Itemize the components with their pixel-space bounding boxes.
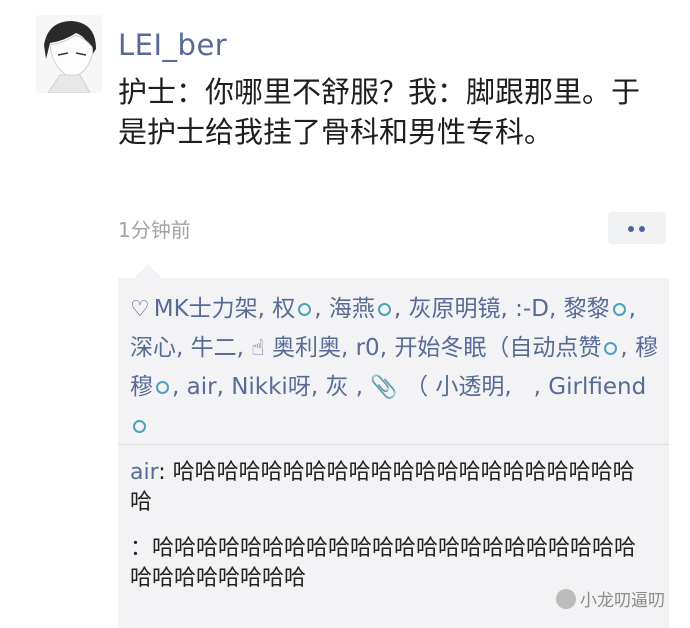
like-name[interactable]: :-D <box>515 296 549 322</box>
pointing-hand-icon: ☝ <box>251 336 265 361</box>
like-name[interactable]: Nikki呀 <box>231 374 311 400</box>
post-text: 护士：你哪里不舒服？我：脚跟那里。于是护士给我挂了骨科和男性专科。 <box>118 75 641 149</box>
like-name[interactable]: air <box>187 374 217 400</box>
heart-icon: ♡ <box>130 297 150 322</box>
comment[interactable]: ：哈哈哈哈哈哈哈哈哈哈哈哈哈哈哈哈哈哈哈哈哈哈哈哈哈哈哈哈哈哈 <box>130 534 655 594</box>
ring-emoji-icon <box>298 303 312 316</box>
like-name[interactable]: 海燕 <box>329 296 375 322</box>
like-name[interactable]: 开始冬眠（自动点赞 <box>394 335 601 361</box>
ring-emoji-icon <box>156 381 169 394</box>
ring-emoji-icon <box>604 342 618 355</box>
like-name[interactable]: 奥利奥 <box>272 335 341 361</box>
watermark-text: 小龙叨逼叨 <box>580 591 665 611</box>
avatar-illustration <box>36 15 102 93</box>
ring-emoji-icon <box>133 420 146 433</box>
divider <box>118 444 669 445</box>
ring-emoji-icon <box>612 303 626 316</box>
likes-list: ♡ MK士力架, 权, 海燕, 灰原明镜, :-D, 黎黎, 深心, 牛二, ☝ … <box>130 290 660 445</box>
comment-text: ：哈哈哈哈哈哈哈哈哈哈哈哈哈哈哈哈哈哈哈哈哈哈哈哈哈哈哈哈哈哈 <box>130 536 637 591</box>
like-name[interactable]: 深心 <box>130 335 176 361</box>
post-username[interactable]: LEI_ber <box>118 28 227 62</box>
comment[interactable]: air: 哈哈哈哈哈哈哈哈哈哈哈哈哈哈哈哈哈哈哈哈哈哈 <box>130 458 655 518</box>
ring-emoji-icon <box>377 303 391 316</box>
more-dots-icon <box>639 226 645 232</box>
like-name[interactable]: 黎黎 <box>564 296 610 322</box>
like-name[interactable]: 牛二 <box>191 335 237 361</box>
panel-caret <box>134 264 162 278</box>
watermark: 小龙叨逼叨 <box>556 586 665 611</box>
like-name[interactable]: （ 小透明 <box>405 374 504 400</box>
like-name[interactable]: 灰 <box>325 374 348 400</box>
paperclip-icon: 📎 <box>370 375 398 400</box>
like-name[interactable]: r0 <box>356 335 380 361</box>
watermark-logo-icon <box>556 588 576 609</box>
more-dots-icon <box>628 226 634 232</box>
comment-author[interactable]: air <box>130 460 158 485</box>
like-name[interactable]: Girlfiend <box>548 374 646 400</box>
comment-text: 哈哈哈哈哈哈哈哈哈哈哈哈哈哈哈哈哈哈哈哈哈哈 <box>130 460 635 515</box>
like-name[interactable]: MK士力架 <box>154 296 258 322</box>
post-timestamp: 1分钟前 <box>118 218 191 242</box>
comment-panel: ♡ MK士力架, 权, 海燕, 灰原明镜, :-D, 黎黎, 深心, 牛二, ☝ … <box>118 278 669 628</box>
more-button[interactable] <box>608 212 666 244</box>
avatar[interactable] <box>36 15 102 93</box>
like-name[interactable]: 灰原明镜 <box>409 296 501 322</box>
like-name[interactable]: 权 <box>272 296 295 322</box>
